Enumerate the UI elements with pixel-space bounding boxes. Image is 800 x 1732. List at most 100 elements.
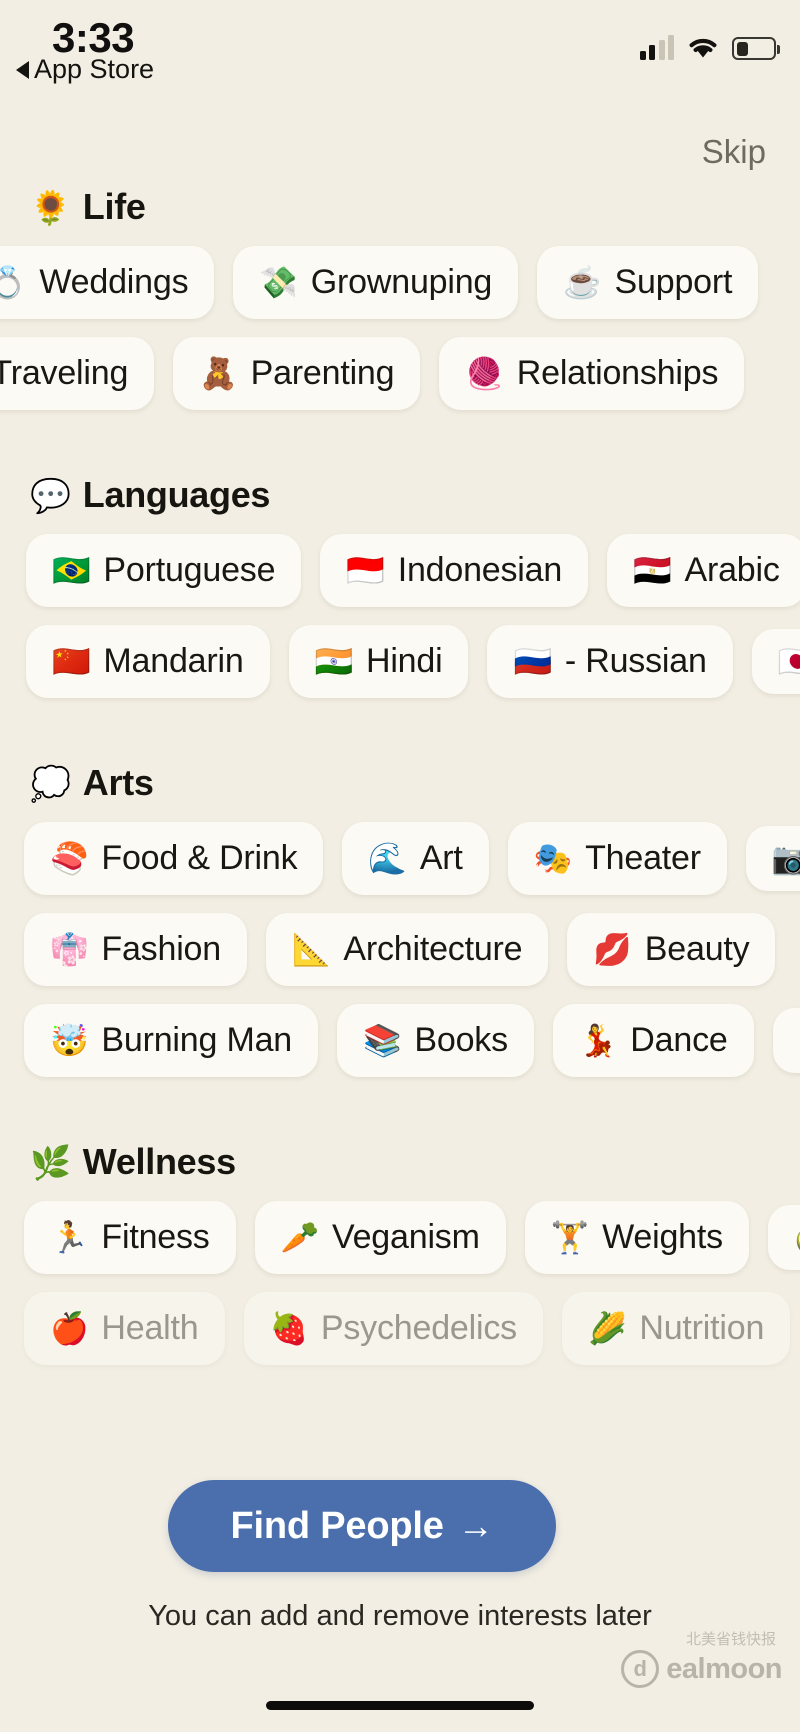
interest-chip-label: Relationships xyxy=(516,354,719,392)
interest-chip-label: Fitness xyxy=(101,1218,210,1256)
interest-emoji-icon: 💸 xyxy=(259,265,298,300)
interest-section: 💭 Arts 🍣 Food & Drink 🌊 Art 🎭 Theater 📷 👘 Fashion 📐… xyxy=(0,762,800,1141)
interest-chip[interactable]: 🌽 Nutrition xyxy=(561,1292,791,1365)
interest-emoji-icon: 🇧🇷 xyxy=(52,553,91,588)
interest-emoji-icon: 🏋️ xyxy=(550,1220,590,1255)
interest-chip-label: Weddings xyxy=(39,263,189,301)
skip-button[interactable]: Skip xyxy=(702,133,766,171)
interest-chip-label: Beauty xyxy=(644,930,750,968)
interest-chip-label: Support xyxy=(614,263,733,301)
interest-chip[interactable]: 💃 Dance xyxy=(552,1004,754,1077)
interest-chip-label: Architecture xyxy=(343,930,523,968)
interest-chip[interactable]: 🌊 Art xyxy=(342,822,489,895)
interest-chip-label: Art xyxy=(419,839,463,877)
interest-chip[interactable]: 🏋️ Weights xyxy=(524,1201,749,1274)
interest-emoji-icon: 🥕 xyxy=(280,1220,320,1255)
chip-row: ✈️Traveling 🧸 Parenting 🧶 Relationships xyxy=(0,337,800,410)
battery-low-icon xyxy=(732,37,780,60)
interest-emoji-icon: 🎭 xyxy=(533,841,573,876)
interest-chip[interactable]: 🇮🇩 Indonesian xyxy=(320,534,589,607)
interest-chip[interactable]: 🤯 Burning Man xyxy=(24,1004,318,1077)
interest-chip[interactable]: 🍎 Health xyxy=(24,1292,225,1365)
find-people-button[interactable]: Find People → xyxy=(168,1480,556,1572)
chip-rows: 🏃 Fitness 🥕 Veganism 🏋️ Weights 🥑 🍎 Health 🍓 Psych… xyxy=(0,1201,800,1365)
dealmoon-logo-icon: d xyxy=(621,1650,660,1688)
interest-emoji-icon: 🍣 xyxy=(50,841,89,876)
interest-chip[interactable]: 👘 Fashion xyxy=(24,913,247,986)
find-people-label: Find People xyxy=(230,1504,444,1547)
chip-row: 💍 Weddings 💸 Grownuping ☕ Support xyxy=(0,246,800,319)
interest-chip-label: Traveling xyxy=(0,354,129,392)
status-bar: 3:33 App Store xyxy=(0,0,800,100)
wifi-icon xyxy=(687,35,719,60)
interest-chip[interactable]: 💍 Weddings xyxy=(0,246,215,319)
interest-chip-label: Arabic xyxy=(684,551,780,589)
interest-chip-label: Nutrition xyxy=(639,1309,765,1347)
interest-chip-label: Portuguese xyxy=(103,551,276,589)
interest-chip-label: - Russian xyxy=(564,642,707,680)
interest-chip-label: Dance xyxy=(630,1021,728,1059)
chip-row: 🇨🇳 Mandarin 🇮🇳 Hindi 🇷🇺 - Russian 🇯🇵 xyxy=(26,625,800,698)
interest-emoji-icon: 🏃 xyxy=(50,1220,89,1255)
chip-rows: 💍Weddings💸Grownuping☕Support✈️Traveling🧸… xyxy=(0,246,800,410)
interest-chip-label: Fashion xyxy=(101,930,221,968)
interest-emoji-icon: 🇮🇳 xyxy=(314,644,354,679)
interest-chip-label: Veganism xyxy=(332,1218,480,1256)
arrow-right-icon: → xyxy=(457,1505,494,1546)
section-title: Arts xyxy=(82,762,154,803)
interest-chip[interactable]: ✈️Traveling xyxy=(0,337,155,410)
interest-chip[interactable]: 🇮🇳 Hindi xyxy=(288,625,469,698)
interest-emoji-icon: 🧶 xyxy=(465,356,504,391)
interest-chip[interactable]: 🍓 Psychedelics xyxy=(243,1292,543,1365)
interest-emoji-icon: 🇨🇳 xyxy=(52,644,91,679)
interest-chip[interactable]: 🇷🇺 - Russian xyxy=(487,625,733,698)
interest-chip[interactable]: 🇧🇷 Portuguese xyxy=(26,534,302,607)
sunflower-icon: 🌻 xyxy=(30,188,71,226)
interest-chip[interactable]: ☕ Support xyxy=(537,246,759,319)
back-label: App Store xyxy=(34,54,155,84)
home-indicator[interactable] xyxy=(266,1701,534,1710)
dealmoon-watermark: 北美省钱快报 d ealmoon xyxy=(621,1631,782,1688)
interest-chip[interactable]: 🥑 xyxy=(767,1205,800,1270)
interest-chip[interactable]: 💸 Grownuping xyxy=(233,246,519,319)
interest-chip[interactable]: 🇨🇳 Mandarin xyxy=(26,625,270,698)
interest-emoji-icon: 🍎 xyxy=(50,1311,89,1346)
section-header: 💭 Arts xyxy=(0,762,800,804)
watermark-text: ealmoon xyxy=(666,1652,782,1685)
interest-chip[interactable]: 🎿 xyxy=(772,1008,800,1073)
interest-emoji-icon: 🧸 xyxy=(199,356,238,391)
interest-emoji-icon: 🤯 xyxy=(50,1023,89,1058)
section-title: Wellness xyxy=(82,1141,236,1182)
interest-emoji-icon: 📚 xyxy=(362,1023,402,1058)
interest-emoji-icon: 💋 xyxy=(593,932,632,967)
interest-emoji-icon: 🇮🇩 xyxy=(346,553,385,588)
interest-chip[interactable]: 📚 Books xyxy=(336,1004,534,1077)
interest-section: 🌻 Life 💍 Weddings 💸 Grownuping ☕ Support ✈️Trave… xyxy=(0,186,800,474)
interest-chip-label: Burning Man xyxy=(101,1021,292,1059)
interest-chip[interactable]: 📷 xyxy=(745,826,800,891)
watermark-chinese-text: 北美省钱快报 xyxy=(685,1631,776,1648)
interest-chip[interactable]: 🎭 Theater xyxy=(507,822,727,895)
interest-chip-label: Health xyxy=(101,1309,199,1347)
interest-emoji-icon: 🍓 xyxy=(269,1311,309,1346)
interest-chip-label: Indonesian xyxy=(397,551,563,589)
interest-chip[interactable]: 🍣 Food & Drink xyxy=(24,822,324,895)
interest-chip[interactable]: 🇯🇵 xyxy=(751,629,800,694)
interest-emoji-icon: 💍 xyxy=(0,265,27,300)
interest-chip[interactable]: 🧶 Relationships xyxy=(439,337,745,410)
interest-emoji-icon: 🇷🇺 xyxy=(513,644,552,679)
interest-chip[interactable]: 🧸 Parenting xyxy=(173,337,421,410)
interest-chip[interactable]: 💋 Beauty xyxy=(567,913,776,986)
interest-emoji-icon: 💃 xyxy=(578,1023,618,1058)
chip-row: 🤯 Burning Man 📚 Books 💃 Dance 🎿 xyxy=(24,1004,800,1077)
interest-chip[interactable]: 🏃 Fitness xyxy=(24,1201,236,1274)
back-to-app-store-button[interactable]: App Store xyxy=(16,54,154,85)
interest-chip[interactable]: 🥕 Veganism xyxy=(254,1201,506,1274)
interest-chip-label: Food & Drink xyxy=(101,839,298,877)
herb-icon: 🌿 xyxy=(30,1143,71,1181)
interest-chip[interactable]: 📐 Architecture xyxy=(265,913,549,986)
interest-chip[interactable]: 🇪🇬 Arabic xyxy=(607,534,800,607)
speech-balloon-icon: 💬 xyxy=(30,476,71,514)
